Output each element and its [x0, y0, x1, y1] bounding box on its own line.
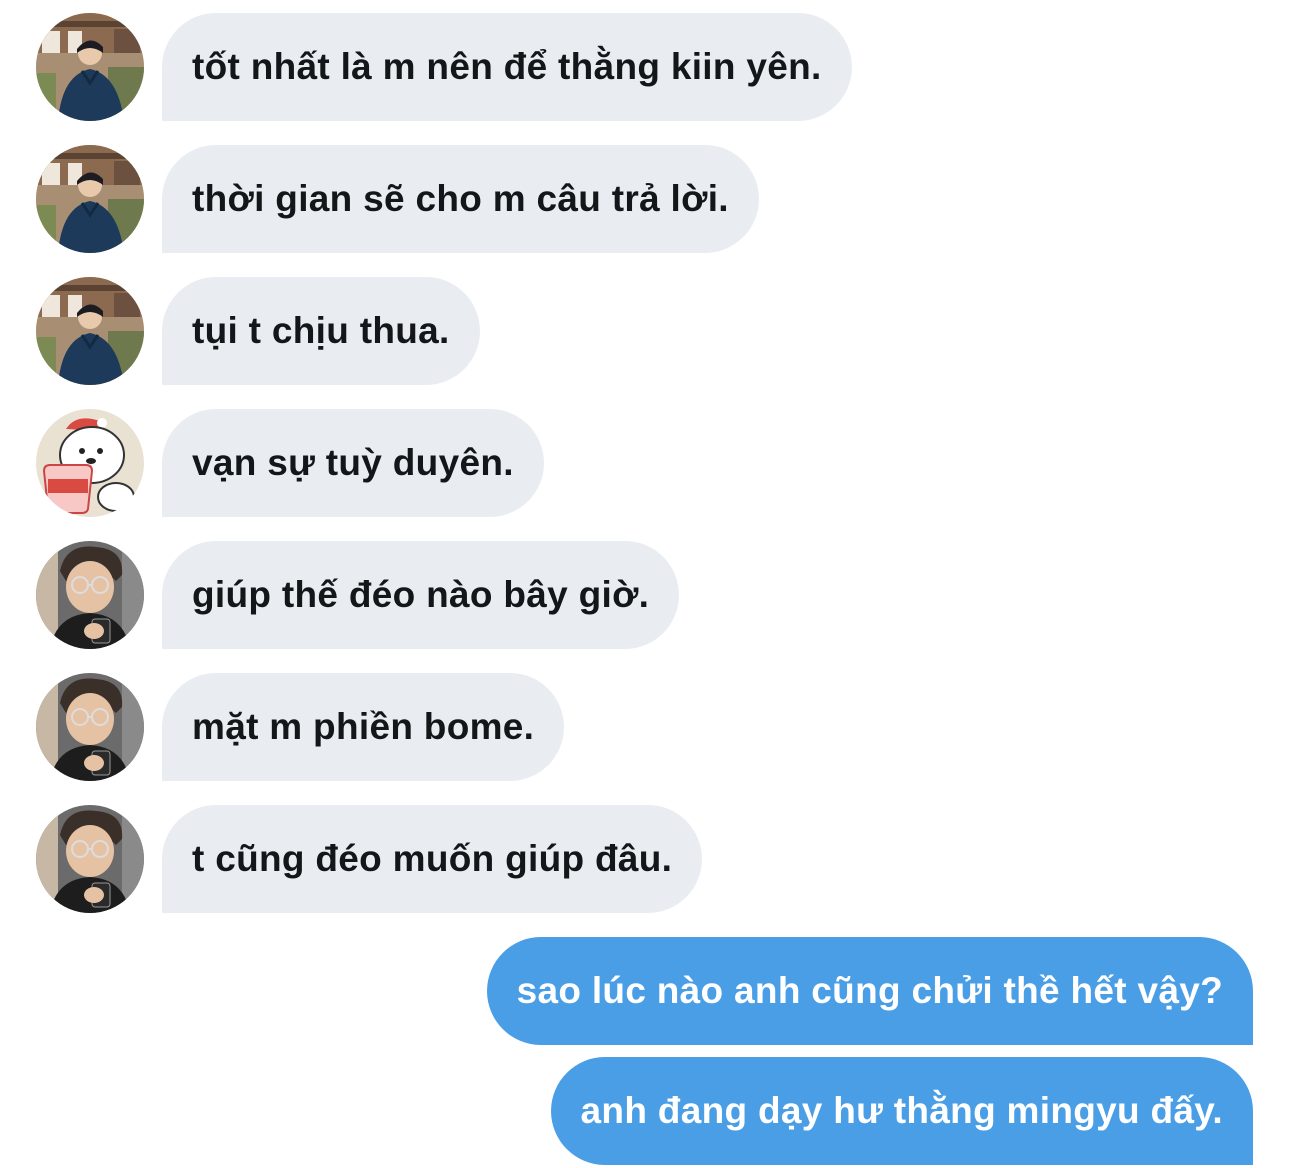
incoming-message-bubble[interactable]: giúp thế đéo nào bây giờ.	[162, 541, 680, 649]
message-text: mặt m phiền bome.	[192, 706, 535, 747]
message-row-incoming: tốt nhất là m nên để thằng kiin yên.	[0, 13, 1290, 121]
avatar-guy-glasses-phone-icon[interactable]	[36, 805, 144, 913]
message-text: giúp thế đéo nào bây giờ.	[192, 574, 650, 615]
message-row-outgoing: sao lúc nào anh cũng chửi thề hết vậy?	[0, 937, 1290, 1045]
avatar-guy-dark-coat-icon[interactable]	[36, 145, 144, 253]
outgoing-message-bubble[interactable]: sao lúc nào anh cũng chửi thề hết vậy?	[486, 937, 1253, 1045]
avatar-guy-dark-coat-icon[interactable]	[36, 13, 144, 121]
incoming-message-bubble[interactable]: tụi t chịu thua.	[162, 277, 480, 385]
message-text: t cũng đéo muốn giúp đâu.	[192, 838, 673, 879]
message-row-incoming: thời gian sẽ cho m câu trả lời.	[0, 145, 1290, 253]
avatar-guy-glasses-phone-icon[interactable]	[36, 673, 144, 781]
message-row-incoming: vạn sự tuỳ duyên.	[0, 409, 1290, 517]
outgoing-message-bubble[interactable]: anh đang dạy hư thằng mingyu đấy.	[550, 1057, 1253, 1165]
incoming-message-bubble[interactable]: mặt m phiền bome.	[162, 673, 565, 781]
incoming-message-bubble[interactable]: thời gian sẽ cho m câu trả lời.	[162, 145, 759, 253]
message-row-incoming: giúp thế đéo nào bây giờ.	[0, 541, 1290, 649]
incoming-message-bubble[interactable]: t cũng đéo muốn giúp đâu.	[162, 805, 703, 913]
incoming-message-bubble[interactable]: tốt nhất là m nên để thằng kiin yên.	[162, 13, 852, 121]
message-row-incoming: tụi t chịu thua.	[0, 277, 1290, 385]
message-text: tụi t chịu thua.	[192, 310, 450, 351]
message-text: thời gian sẽ cho m câu trả lời.	[192, 178, 729, 219]
message-row-incoming: mặt m phiền bome.	[0, 673, 1290, 781]
message-text: vạn sự tuỳ duyên.	[192, 442, 514, 483]
message-text: sao lúc nào anh cũng chửi thề hết vậy?	[516, 970, 1223, 1011]
message-row-incoming: t cũng đéo muốn giúp đâu.	[0, 805, 1290, 913]
message-thread: tốt nhất là m nên để thằng kiin yên. thờ…	[0, 0, 1290, 1168]
avatar-polar-bear-icon[interactable]	[36, 409, 144, 517]
message-text: anh đang dạy hư thằng mingyu đấy.	[580, 1090, 1223, 1131]
incoming-message-bubble[interactable]: vạn sự tuỳ duyên.	[162, 409, 544, 517]
avatar-guy-dark-coat-icon[interactable]	[36, 277, 144, 385]
message-row-outgoing: anh đang dạy hư thằng mingyu đấy.	[0, 1057, 1290, 1165]
message-text: tốt nhất là m nên để thằng kiin yên.	[192, 46, 822, 87]
avatar-guy-glasses-phone-icon[interactable]	[36, 541, 144, 649]
